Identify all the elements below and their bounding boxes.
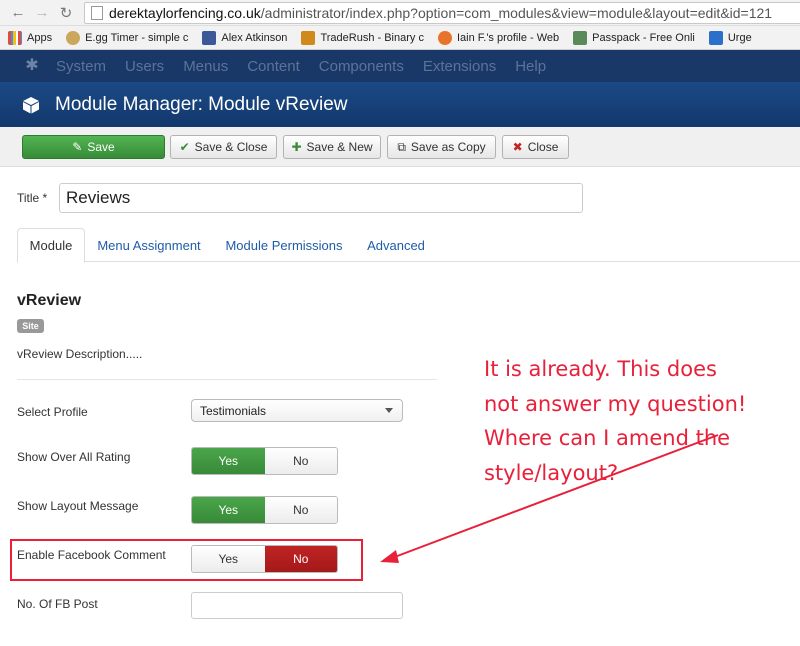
bookmark-alex-atkinson[interactable]: Alex Atkinson [202, 30, 288, 45]
overall-rating-no[interactable]: No [264, 448, 337, 474]
joomla-logo-icon[interactable]: ✱ [22, 56, 42, 76]
plus-icon: ✚ [291, 140, 302, 154]
cube-icon [23, 96, 39, 113]
select-profile-value: Testimonials [200, 403, 267, 418]
reload-icon[interactable]: ↻ [54, 4, 78, 22]
traderush-icon [301, 30, 316, 45]
title-input[interactable]: Reviews [59, 183, 583, 213]
save-new-button[interactable]: ✚ Save & New [283, 135, 381, 159]
select-profile-label: Select Profile [17, 405, 88, 419]
layout-message-toggle: Yes No [191, 496, 338, 524]
menu-help[interactable]: Help [515, 58, 546, 75]
tab-advanced[interactable]: Advanced [362, 228, 430, 262]
back-arrow-icon[interactable]: ← [6, 4, 30, 21]
browser-toolbar: ← → ↻ derektaylorfencing.co.uk/administr… [0, 0, 800, 26]
annotation-line: style/layout? [484, 460, 619, 485]
close-circle-icon: ✖ [512, 140, 523, 154]
menu-components[interactable]: Components [319, 58, 404, 75]
divider [17, 379, 437, 380]
bookmark-label: E.gg Timer - simple c [85, 31, 189, 44]
site-badge: Site [17, 319, 44, 333]
url-path: /administrator/index.php?option=com_modu… [260, 5, 773, 21]
save-copy-button[interactable]: ⧉ Save as Copy [387, 135, 496, 159]
menu-system[interactable]: System [56, 58, 106, 75]
annotation-text: It is already. This does not answer my q… [484, 352, 784, 490]
menu-menus[interactable]: Menus [183, 58, 228, 75]
bookmark-label: Passpack - Free Onli [592, 31, 695, 44]
copy-icon: ⧉ [397, 139, 406, 154]
page-icon [91, 6, 103, 20]
save-label: Save [87, 140, 115, 154]
save-copy-label: Save as Copy [410, 140, 486, 154]
overall-rating-label: Show Over All Rating [17, 450, 131, 464]
module-tabs: Module Menu Assignment Module Permission… [17, 228, 800, 263]
annotation-highlight-box [10, 539, 363, 581]
module-name: vReview [17, 292, 82, 309]
save-close-button[interactable]: ✔ Save & Close [170, 135, 277, 159]
bookmark-iain-profile[interactable]: Iain F.'s profile - Web [437, 30, 560, 45]
save-button[interactable]: ✎ Save [22, 135, 165, 159]
address-bar[interactable]: derektaylorfencing.co.uk/administrator/i… [84, 2, 800, 24]
menu-extensions[interactable]: Extensions [423, 58, 496, 75]
fb-post-label: No. Of FB Post [17, 597, 98, 611]
page-title: Module Manager: Module vReview [55, 93, 348, 115]
bookmark-label: Urge [727, 31, 752, 44]
overall-rating-yes[interactable]: Yes [192, 448, 265, 474]
layout-message-no[interactable]: No [264, 497, 337, 523]
menu-content[interactable]: Content [247, 58, 300, 75]
passpack-icon [573, 30, 588, 45]
check-icon: ✔ [179, 140, 190, 154]
bookmark-label: TradeRush - Binary c [320, 31, 424, 44]
bookmark-label: Alex Atkinson [221, 31, 288, 44]
bookmark-label: Apps [27, 31, 53, 44]
annotation-line: It is already. This does [484, 357, 717, 381]
menu-users[interactable]: Users [125, 58, 164, 75]
forward-arrow-icon[interactable]: → [30, 4, 54, 21]
action-toolbar: ✎ Save ✔ Save & Close ✚ Save & New ⧉ Sav… [0, 127, 800, 167]
annotation-line: not answer my question! [484, 391, 747, 416]
bookmark-apps[interactable]: Apps [8, 30, 53, 45]
tab-module-permissions[interactable]: Module Permissions [221, 228, 347, 262]
bookmark-label: Iain F.'s profile - Web [456, 31, 560, 44]
tab-module[interactable]: Module [17, 228, 85, 263]
layout-message-yes[interactable]: Yes [192, 497, 265, 523]
save-new-label: Save & New [306, 140, 373, 154]
select-profile-dropdown[interactable]: Testimonials [191, 399, 403, 422]
url-domain: derektaylorfencing.co.uk [109, 5, 261, 21]
title-label: Title * [17, 191, 48, 205]
save-close-label: Save & Close [194, 140, 268, 154]
annotation-line: Where can I amend the [484, 426, 731, 450]
bookmark-passpack[interactable]: Passpack - Free Onli [573, 30, 695, 45]
layout-message-label: Show Layout Message [17, 499, 139, 513]
chevron-down-icon [385, 408, 393, 413]
profile-icon [437, 30, 452, 45]
urge-icon [708, 30, 723, 45]
bookmark-urge[interactable]: Urge [708, 30, 752, 45]
close-label: Close [527, 140, 559, 154]
tab-menu-assignment[interactable]: Menu Assignment [93, 228, 205, 262]
bookmark-traderush[interactable]: TradeRush - Binary c [301, 30, 424, 45]
facebook-icon [202, 30, 217, 45]
close-button[interactable]: ✖ Close [502, 135, 569, 159]
module-description: vReview Description..... [17, 347, 143, 361]
apps-grid-icon [8, 30, 22, 45]
egg-timer-icon [66, 30, 81, 45]
page-header: Module Manager: Module vReview [0, 82, 800, 127]
admin-top-menu: ✱ System Users Menus Content Components … [0, 50, 800, 82]
fb-post-input[interactable] [191, 592, 403, 619]
bookmark-egg-timer[interactable]: E.gg Timer - simple c [66, 30, 189, 45]
overall-rating-toggle: Yes No [191, 447, 338, 475]
bookmarks-bar: Apps E.gg Timer - simple c Alex Atkinson… [0, 26, 800, 50]
edit-icon: ✎ [72, 140, 83, 154]
